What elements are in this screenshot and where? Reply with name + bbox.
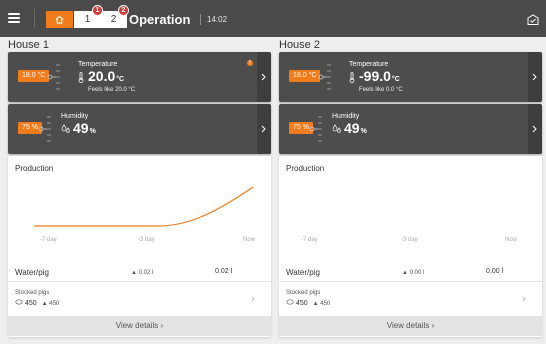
gauge-scale-icon	[318, 64, 331, 90]
water-per-pig-label: Water/pig	[15, 268, 49, 277]
stocked-pigs-values: 450 ▲ 450	[15, 299, 59, 307]
setpoint-badge: 18.0 °C	[289, 70, 321, 82]
setpoint-badge: 18.0 °C	[18, 70, 50, 82]
gauge-scale-icon	[38, 116, 51, 142]
pig-icon	[286, 299, 294, 305]
water-per-pig-value: 0.02 l	[215, 268, 233, 275]
water-per-pig-value: 0.00 l	[486, 268, 504, 275]
temperature-value: 20.0°C	[88, 68, 125, 84]
warning-icon[interactable]: !	[247, 60, 253, 66]
feels-like-text: Feels like 0.0 °C	[359, 87, 403, 93]
production-title: Production	[15, 164, 54, 173]
gauge-scale-icon	[309, 116, 322, 142]
x-tick-label: -3 day	[401, 237, 418, 243]
home-icon	[55, 15, 64, 24]
humidity-card[interactable]: 75 % Humidity 49%	[8, 104, 271, 154]
temperature-value: -99.0°C	[359, 68, 400, 84]
stocked-pigs-label: Stocked pigs	[286, 290, 321, 296]
stocked-pigs-row[interactable]: Stocked pigs 450 ▲ 450	[279, 282, 542, 314]
x-tick-label: -7 day	[301, 237, 318, 243]
production-card: Production -7 day -3 day Now Water/pig ▲…	[8, 156, 271, 337]
chevron-right-icon[interactable]	[522, 296, 526, 302]
chevron-right-icon[interactable]	[257, 52, 271, 102]
house-panel-1: House 1 18.0 °C Temperature 20.0°C Feels…	[8, 39, 271, 337]
divider	[200, 14, 201, 25]
notification-badge: 1	[92, 5, 103, 16]
droplets-icon	[61, 124, 70, 133]
water-per-pig-row: Water/pig ▲ 0.00 l 0.00 l	[279, 262, 542, 282]
x-tick-label: Now	[243, 237, 256, 243]
clock-time: 14:02	[207, 15, 228, 24]
x-tick-label: Now	[505, 237, 518, 243]
pig-icon	[15, 299, 23, 305]
home-button[interactable]	[46, 11, 73, 28]
temperature-card[interactable]: 18.0 °C Temperature 20.0°C Feels like 20…	[8, 52, 271, 102]
droplets-icon	[332, 124, 341, 133]
chevron-right-icon[interactable]	[251, 296, 255, 302]
production-line	[34, 186, 254, 227]
humidity-label: Humidity	[61, 113, 89, 120]
water-per-pig-delta: ▲ 0.00 l	[402, 270, 425, 276]
production-chart	[34, 186, 254, 227]
page-title: Operation	[129, 12, 191, 27]
temperature-card[interactable]: 18.0 °C Temperature -99.0°C Feels like 0…	[279, 52, 542, 102]
chevron-right-icon[interactable]	[528, 104, 542, 154]
humidity-card[interactable]: 75 % Humidity 49%	[279, 104, 542, 154]
chevron-right-icon[interactable]	[257, 104, 271, 154]
gauge-scale-icon	[47, 64, 60, 90]
water-per-pig-delta: ▲ 0.02 l	[131, 270, 154, 276]
divider	[34, 9, 35, 28]
feels-like-text: Feels like 20.0 °C	[88, 87, 136, 93]
stocked-pigs-label: Stocked pigs	[15, 290, 50, 296]
stocked-pigs-values: 450 ▲ 450	[286, 299, 330, 307]
production-title: Production	[286, 164, 325, 173]
stocked-pigs-row[interactable]: Stocked pigs 450 ▲ 450	[8, 282, 271, 314]
humidity-value: 49%	[73, 120, 96, 136]
temperature-label: Temperature	[78, 61, 118, 68]
temperature-label: Temperature	[349, 61, 389, 68]
report-check-icon[interactable]	[527, 13, 539, 31]
top-bar: 1 2 1 2 Operation 14:02	[0, 0, 546, 37]
notification-badge: 2	[118, 5, 129, 16]
x-tick-label: -3 day	[138, 237, 155, 243]
hamburger-icon[interactable]	[8, 13, 20, 23]
thermometer-icon	[78, 72, 84, 83]
production-card: Production -7 day -3 day Now Water/pig ▲…	[279, 156, 542, 337]
x-tick-label: -7 day	[40, 237, 57, 243]
chevron-right-icon[interactable]	[528, 52, 542, 102]
house-title: House 2	[279, 39, 320, 51]
house-panel-2: House 2 18.0 °C Temperature -99.0°C Feel…	[279, 39, 542, 337]
view-details-button[interactable]: View details ›	[8, 316, 271, 336]
water-per-pig-row: Water/pig ▲ 0.02 l 0.02 l	[8, 262, 271, 282]
water-per-pig-label: Water/pig	[286, 268, 320, 277]
humidity-value: 49%	[344, 120, 367, 136]
thermometer-icon	[349, 72, 355, 83]
humidity-label: Humidity	[332, 113, 360, 120]
view-details-button[interactable]: View details ›	[279, 316, 542, 336]
house-title: House 1	[8, 39, 49, 51]
